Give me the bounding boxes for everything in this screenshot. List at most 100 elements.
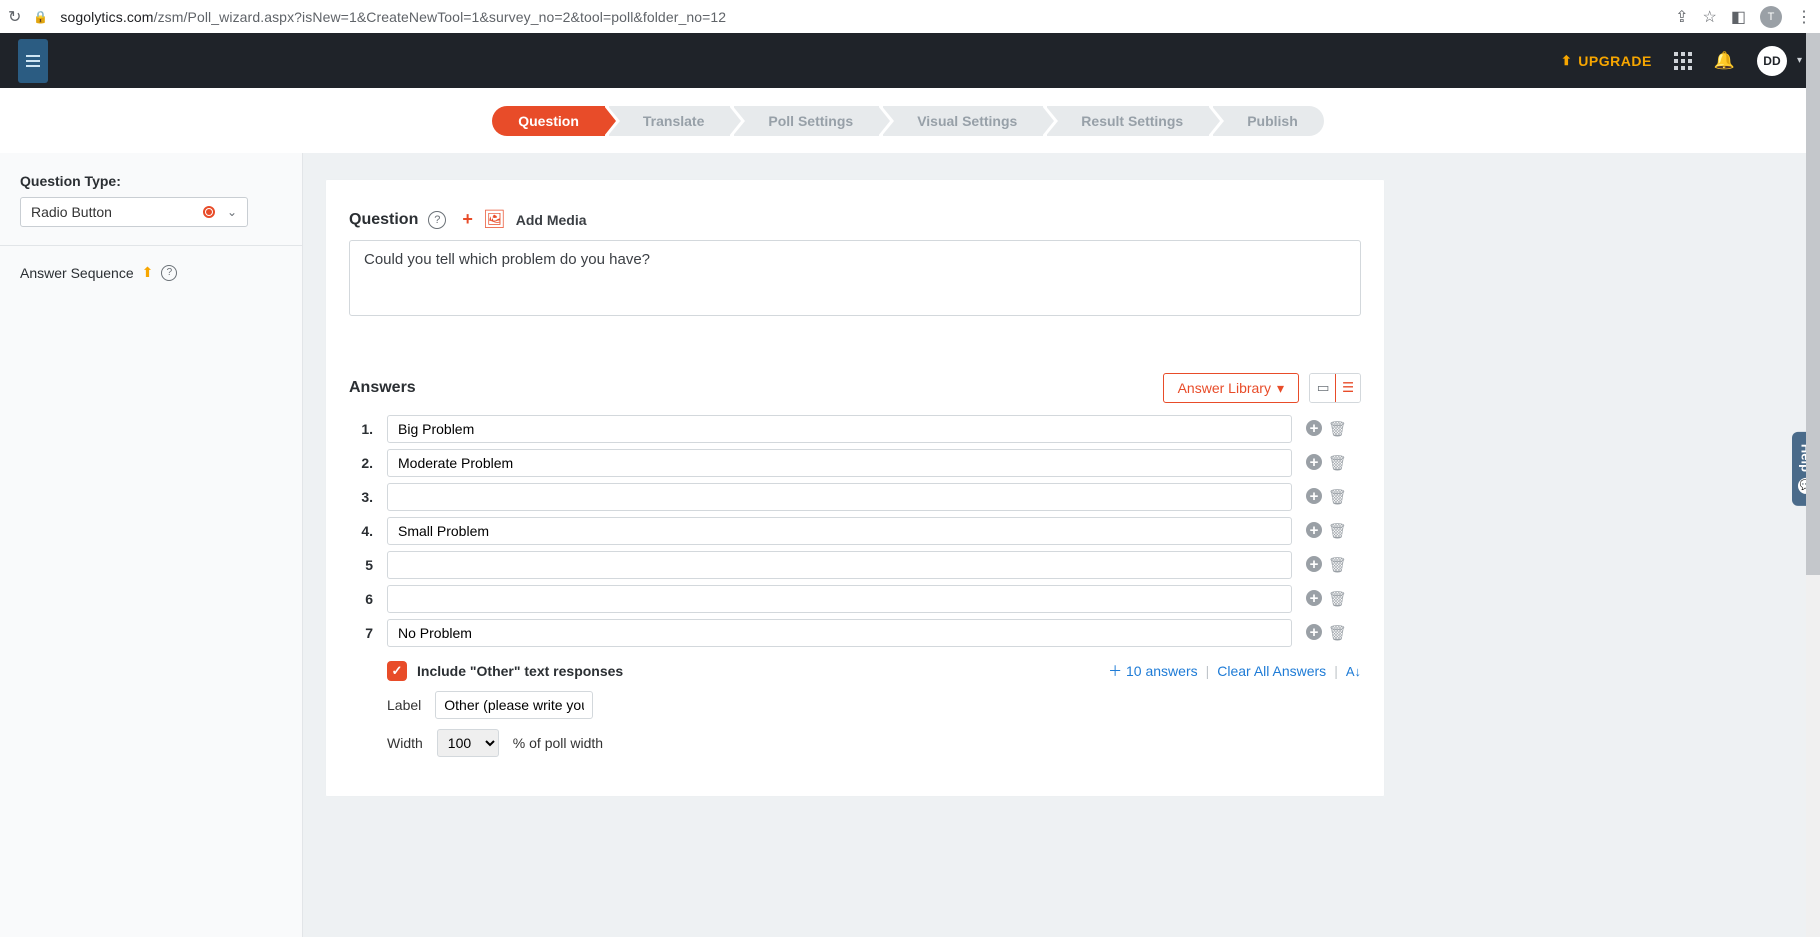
answers-section-title: Answers: [349, 379, 416, 397]
answer-input[interactable]: [387, 619, 1292, 647]
add-answer-icon[interactable]: +: [1306, 624, 1322, 640]
help-icon[interactable]: ?: [428, 211, 446, 229]
answer-library-label: Answer Library: [1178, 380, 1271, 396]
clear-all-answers-link[interactable]: Clear All Answers: [1217, 663, 1326, 679]
add-ten-answers-link[interactable]: ＋ 10 answers: [1108, 661, 1197, 681]
address-bar[interactable]: sogolytics.com/zsm/Poll_wizard.aspx?isNe…: [60, 9, 1663, 25]
answer-row: 5 + 🗑: [349, 551, 1361, 579]
answer-input[interactable]: [387, 585, 1292, 613]
reload-icon[interactable]: ↻: [8, 7, 21, 27]
delete-answer-icon[interactable]: 🗑: [1328, 556, 1347, 574]
add-media-button[interactable]: Add Media: [516, 212, 587, 228]
lock-icon: 🔒: [33, 10, 48, 24]
delete-answer-icon[interactable]: 🗑: [1328, 488, 1347, 506]
wizard-step-poll-settings[interactable]: Poll Settings: [734, 106, 879, 136]
answer-row: 4. + 🗑: [349, 517, 1361, 545]
width-caption: Width: [387, 735, 423, 751]
add-answer-icon[interactable]: +: [1306, 522, 1322, 538]
answer-row: 6 + 🗑: [349, 585, 1361, 613]
wizard-step-result-settings[interactable]: Result Settings: [1047, 106, 1209, 136]
delete-answer-icon[interactable]: 🗑: [1328, 522, 1347, 540]
question-section-title: Question: [349, 211, 418, 229]
question-type-select[interactable]: Radio Button ⌄: [20, 197, 248, 227]
bell-icon[interactable]: 🔔: [1714, 51, 1735, 71]
add-answer-icon[interactable]: +: [1306, 488, 1322, 504]
question-type-value: Radio Button: [31, 204, 112, 220]
kebab-icon[interactable]: ⋮: [1796, 7, 1812, 27]
question-text-input[interactable]: [349, 240, 1361, 316]
delete-answer-icon[interactable]: 🗑: [1328, 454, 1347, 472]
answer-input[interactable]: [387, 449, 1292, 477]
delete-answer-icon[interactable]: 🗑: [1328, 624, 1347, 642]
share-icon[interactable]: ⇪: [1675, 7, 1688, 27]
delete-answer-icon[interactable]: 🗑: [1328, 590, 1347, 608]
plus-icon[interactable]: +: [462, 209, 473, 230]
add-answer-icon[interactable]: +: [1306, 590, 1322, 606]
answer-number: 5: [349, 557, 373, 573]
answer-row: 3. + 🗑: [349, 483, 1361, 511]
include-other-checkbox[interactable]: ✓: [387, 661, 407, 681]
answer-number: 7: [349, 625, 373, 641]
view-card-button[interactable]: ▭: [1310, 374, 1336, 402]
app-header: ⬆ UPGRADE 🔔 DD ▾: [0, 33, 1820, 88]
upload-icon: ⬆: [1561, 53, 1572, 69]
wizard-step-publish[interactable]: Publish: [1213, 106, 1324, 136]
width-select[interactable]: 100: [437, 729, 499, 757]
sidebar: Question Type: Radio Button ⌄ Answer Seq…: [0, 153, 303, 937]
answer-sequence-label: Answer Sequence: [20, 265, 134, 281]
browser-profile-avatar[interactable]: T: [1760, 6, 1782, 28]
radio-icon: [203, 206, 215, 218]
upgrade-button[interactable]: ⬆ UPGRADE: [1561, 53, 1652, 69]
upload-icon[interactable]: ⬆: [142, 264, 154, 281]
star-icon[interactable]: ☆: [1703, 7, 1717, 27]
avatar-caret-icon[interactable]: ▾: [1797, 55, 1802, 66]
answer-library-button[interactable]: Answer Library ▾: [1163, 373, 1299, 403]
chevron-down-icon: ⌄: [227, 205, 237, 219]
sort-az-icon[interactable]: A↓: [1346, 664, 1361, 679]
other-label-caption: Label: [387, 697, 421, 713]
answer-number: 2.: [349, 455, 373, 471]
question-type-label: Question Type:: [20, 173, 282, 189]
user-avatar[interactable]: DD: [1757, 46, 1787, 76]
panel-icon[interactable]: ◧: [1731, 7, 1746, 27]
upgrade-label: UPGRADE: [1578, 53, 1652, 69]
view-list-button[interactable]: ☰: [1335, 373, 1361, 403]
answer-row: 2. + 🗑: [349, 449, 1361, 477]
url-path: /zsm/Poll_wizard.aspx?isNew=1&CreateNewT…: [154, 9, 727, 25]
other-label-input[interactable]: [435, 691, 593, 719]
scrollbar-thumb[interactable]: [1806, 33, 1820, 575]
answer-row: 7 + 🗑: [349, 619, 1361, 647]
width-suffix: % of poll width: [513, 735, 603, 751]
browser-chrome-bar: ↻ 🔒 sogolytics.com/zsm/Poll_wizard.aspx?…: [0, 0, 1820, 33]
answer-input[interactable]: [387, 551, 1292, 579]
answer-number: 3.: [349, 489, 373, 505]
main-panel: Question ? + 🖼 Add Media Answers Answer …: [303, 153, 1820, 937]
answer-number: 4.: [349, 523, 373, 539]
help-icon[interactable]: ?: [161, 265, 177, 281]
wizard-step-translate[interactable]: Translate: [609, 106, 730, 136]
view-toggle: ▭ ☰: [1309, 373, 1361, 403]
add-answer-icon[interactable]: +: [1306, 420, 1322, 436]
answer-row: 1. + 🗑: [349, 415, 1361, 443]
plus-icon: ＋: [1108, 663, 1122, 679]
apps-grid-icon[interactable]: [1674, 52, 1692, 70]
menu-button[interactable]: [18, 39, 48, 83]
answer-number: 1.: [349, 421, 373, 437]
url-host: sogolytics.com: [60, 9, 153, 25]
add-answer-icon[interactable]: +: [1306, 454, 1322, 470]
wizard-bar: QuestionTranslatePoll SettingsVisual Set…: [0, 88, 1820, 153]
wizard-step-question[interactable]: Question: [492, 106, 605, 136]
answer-number: 6: [349, 591, 373, 607]
answer-input[interactable]: [387, 415, 1292, 443]
question-card: Question ? + 🖼 Add Media Answers Answer …: [325, 179, 1385, 797]
image-icon[interactable]: 🖼: [483, 209, 506, 230]
caret-down-icon: ▾: [1277, 380, 1284, 397]
include-other-label: Include "Other" text responses: [417, 663, 623, 679]
divider: [0, 245, 302, 246]
add-answer-icon[interactable]: +: [1306, 556, 1322, 572]
delete-answer-icon[interactable]: 🗑: [1328, 420, 1347, 438]
wizard-step-visual-settings[interactable]: Visual Settings: [883, 106, 1043, 136]
answer-input[interactable]: [387, 517, 1292, 545]
answer-input[interactable]: [387, 483, 1292, 511]
scrollbar[interactable]: [1806, 33, 1820, 937]
